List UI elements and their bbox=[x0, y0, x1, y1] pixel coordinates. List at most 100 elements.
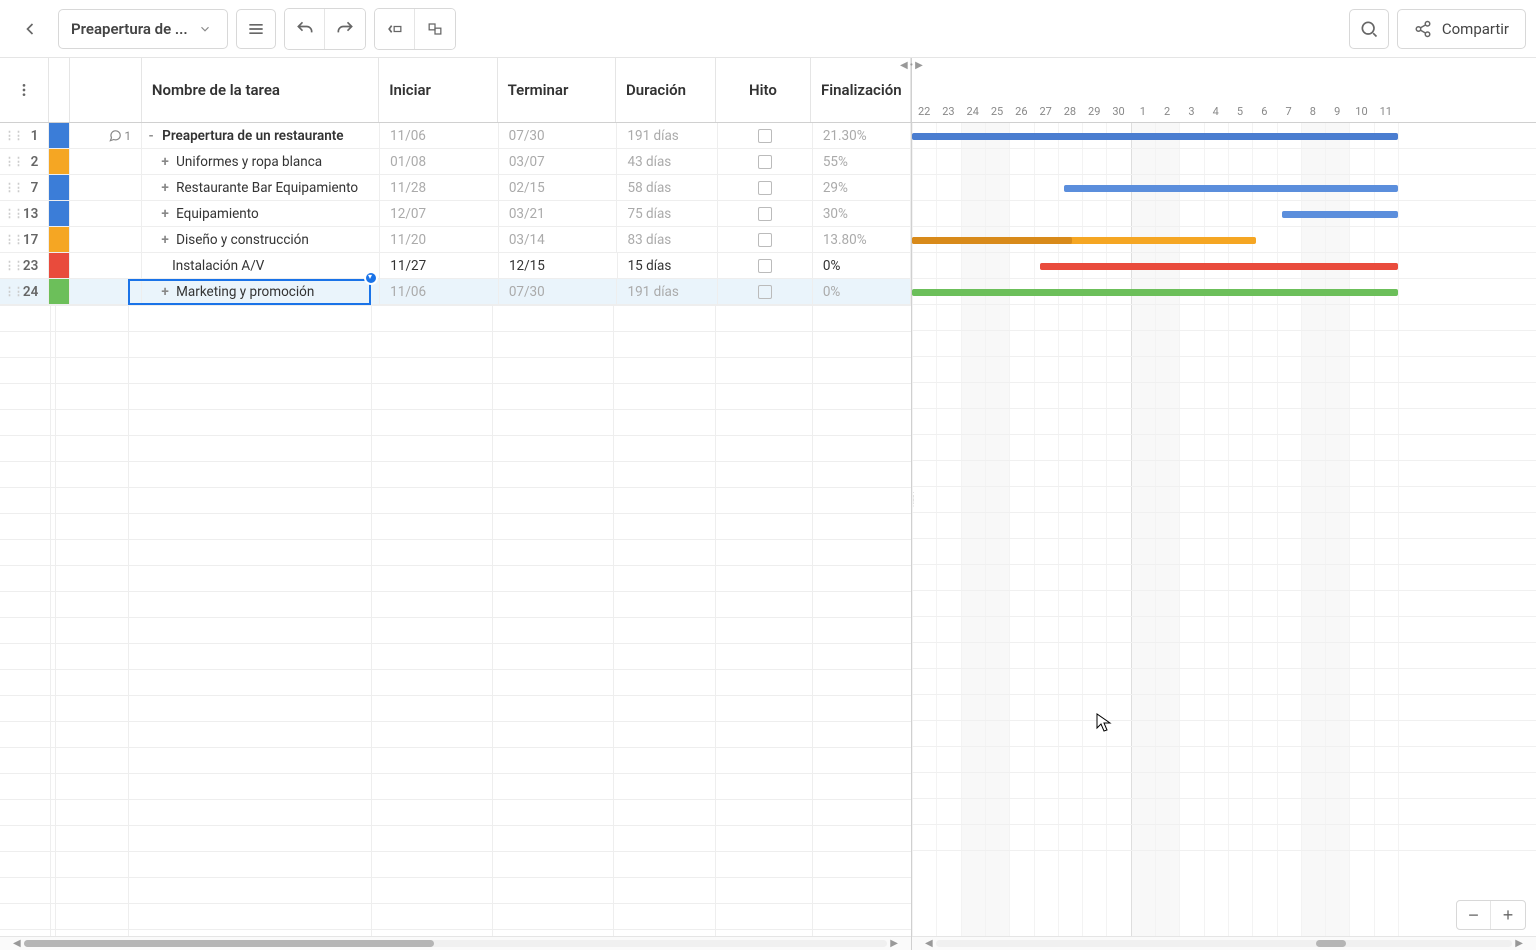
duration-cell[interactable]: 191 días bbox=[617, 123, 717, 148]
drag-handle-icon[interactable]: ⋮⋮ bbox=[4, 129, 22, 142]
milestone-checkbox[interactable] bbox=[758, 181, 772, 195]
milestone-checkbox[interactable] bbox=[758, 129, 772, 143]
task-name-cell[interactable]: Instalación A/V bbox=[142, 253, 380, 278]
completion-cell[interactable]: 21.30% bbox=[813, 123, 911, 148]
gantt-bar[interactable] bbox=[912, 133, 1398, 140]
header-menu[interactable] bbox=[0, 58, 49, 122]
document-title-dropdown[interactable]: Preapertura de ... bbox=[58, 9, 228, 49]
start-cell[interactable]: 01/08 bbox=[380, 149, 499, 174]
completion-cell[interactable]: 29% bbox=[813, 175, 911, 200]
header-start[interactable]: Iniciar bbox=[379, 58, 497, 122]
task-name-cell[interactable]: +Equipamiento bbox=[142, 201, 380, 226]
expand-toggle[interactable]: + bbox=[160, 154, 170, 170]
milestone-cell[interactable] bbox=[718, 201, 813, 226]
milestone-checkbox[interactable] bbox=[758, 259, 772, 273]
start-cell[interactable]: 11/28 bbox=[380, 175, 499, 200]
gantt-bar[interactable] bbox=[912, 289, 1398, 296]
task-name-cell[interactable]: +Marketing y promoción bbox=[142, 279, 380, 304]
duration-cell[interactable]: 58 días bbox=[617, 175, 717, 200]
milestone-checkbox[interactable] bbox=[758, 155, 772, 169]
start-cell[interactable]: 11/06 bbox=[380, 279, 499, 304]
drag-handle-icon[interactable]: ⋮⋮ bbox=[4, 259, 22, 272]
milestone-cell[interactable] bbox=[718, 227, 813, 252]
end-cell[interactable]: 12/15 bbox=[499, 253, 618, 278]
start-cell[interactable]: 11/27 bbox=[380, 253, 499, 278]
duration-cell[interactable]: 191 días bbox=[617, 279, 717, 304]
milestone-cell[interactable] bbox=[718, 279, 813, 304]
start-cell[interactable]: 11/20 bbox=[380, 227, 499, 252]
header-duration[interactable]: Duración bbox=[616, 58, 716, 122]
row-number[interactable]: ⋮⋮1 bbox=[0, 123, 49, 148]
scroll-left-icon[interactable]: ◀ bbox=[10, 938, 24, 949]
zoom-out-button[interactable]: − bbox=[1457, 901, 1491, 929]
milestone-checkbox[interactable] bbox=[758, 207, 772, 221]
table-row[interactable]: ⋮⋮23 Instalación A/V11/2712/1515 días 0% bbox=[0, 253, 911, 279]
expand-toggle[interactable]: - bbox=[146, 128, 156, 144]
table-row[interactable]: ⋮⋮2+Uniformes y ropa blanca01/0803/0743 … bbox=[0, 149, 911, 175]
end-cell[interactable]: 03/21 bbox=[499, 201, 618, 226]
header-milestone[interactable]: Hito bbox=[716, 58, 811, 122]
comment-icon[interactable]: 1 bbox=[108, 129, 131, 143]
drag-handle-icon[interactable]: ⋮⋮ bbox=[4, 233, 22, 246]
share-button[interactable]: Compartir bbox=[1397, 9, 1526, 49]
table-body[interactable]: ⋮⋮11-Preapertura de un restaurante11/060… bbox=[0, 123, 911, 936]
back-button[interactable] bbox=[10, 9, 50, 49]
end-cell[interactable]: 07/30 bbox=[499, 123, 618, 148]
duration-cell[interactable]: 43 días bbox=[617, 149, 717, 174]
table-row[interactable]: ⋮⋮24+Marketing y promoción11/0607/30191 … bbox=[0, 279, 911, 305]
expand-toggle[interactable]: + bbox=[160, 206, 170, 222]
expand-toggle[interactable]: + bbox=[160, 232, 170, 248]
milestone-cell[interactable] bbox=[718, 175, 813, 200]
milestone-checkbox[interactable] bbox=[758, 285, 772, 299]
header-name[interactable]: Nombre de la tarea bbox=[142, 58, 379, 122]
duration-cell[interactable]: 83 días bbox=[617, 227, 717, 252]
zoom-in-button[interactable]: + bbox=[1491, 901, 1525, 929]
duration-cell[interactable]: 15 días bbox=[618, 253, 718, 278]
undo-button[interactable] bbox=[285, 9, 325, 49]
completion-cell[interactable]: 55% bbox=[813, 149, 911, 174]
end-cell[interactable]: 03/14 bbox=[499, 227, 618, 252]
gantt-bar[interactable] bbox=[1040, 263, 1398, 270]
timeline-hscroll[interactable]: ◀ ▶ bbox=[912, 936, 1536, 950]
milestone-cell[interactable] bbox=[718, 253, 813, 278]
gantt-bar[interactable] bbox=[1282, 211, 1398, 218]
header-completion[interactable]: Finalización bbox=[811, 58, 911, 122]
timeline-nav[interactable]: ◀•▶ bbox=[900, 60, 923, 71]
scroll-left-icon[interactable]: ◀ bbox=[922, 938, 936, 949]
end-cell[interactable]: 02/15 bbox=[499, 175, 618, 200]
row-number[interactable]: ⋮⋮23 bbox=[0, 253, 49, 278]
task-name-cell[interactable]: -Preapertura de un restaurante bbox=[142, 123, 380, 148]
table-row[interactable]: ⋮⋮7 +Restaurante Bar Equipamiento11/2802/… bbox=[0, 175, 911, 201]
drag-handle-icon[interactable]: ⋮⋮ bbox=[4, 155, 22, 168]
row-number[interactable]: ⋮⋮2 bbox=[0, 149, 49, 174]
end-cell[interactable]: 03/07 bbox=[499, 149, 618, 174]
expand-toggle[interactable]: + bbox=[160, 180, 170, 196]
row-number[interactable]: ⋮⋮7 bbox=[0, 175, 49, 200]
table-hscroll[interactable]: ◀ ▶ bbox=[0, 936, 911, 950]
end-cell[interactable]: 07/30 bbox=[499, 279, 618, 304]
expand-toggle[interactable]: + bbox=[160, 284, 170, 300]
milestone-cell[interactable] bbox=[718, 123, 813, 148]
task-name-cell[interactable]: +Restaurante Bar Equipamiento bbox=[142, 175, 380, 200]
start-cell[interactable]: 12/07 bbox=[380, 201, 499, 226]
completion-cell[interactable]: 13.80% bbox=[813, 227, 911, 252]
scroll-right-icon[interactable]: ▶ bbox=[887, 938, 901, 949]
duration-cell[interactable]: 75 días bbox=[617, 201, 717, 226]
header-end[interactable]: Terminar bbox=[498, 58, 616, 122]
completion-cell[interactable]: 0% bbox=[813, 253, 911, 278]
menu-button[interactable] bbox=[236, 9, 276, 49]
drag-handle-icon[interactable]: ⋮⋮ bbox=[4, 181, 22, 194]
redo-button[interactable] bbox=[325, 9, 365, 49]
milestone-cell[interactable] bbox=[718, 149, 813, 174]
search-button[interactable] bbox=[1349, 9, 1389, 49]
milestone-checkbox[interactable] bbox=[758, 233, 772, 247]
table-row[interactable]: ⋮⋮17+Diseño y construcción11/2003/1483 d… bbox=[0, 227, 911, 253]
row-number[interactable]: ⋮⋮13 bbox=[0, 201, 49, 226]
indent-button[interactable] bbox=[415, 9, 455, 49]
gantt-bar[interactable] bbox=[912, 237, 1072, 244]
table-row[interactable]: ⋮⋮11-Preapertura de un restaurante11/060… bbox=[0, 123, 911, 149]
completion-cell[interactable]: 30% bbox=[813, 201, 911, 226]
drag-handle-icon[interactable]: ⋮⋮ bbox=[4, 285, 22, 298]
outdent-button[interactable] bbox=[375, 9, 415, 49]
completion-cell[interactable]: 0% bbox=[813, 279, 911, 304]
